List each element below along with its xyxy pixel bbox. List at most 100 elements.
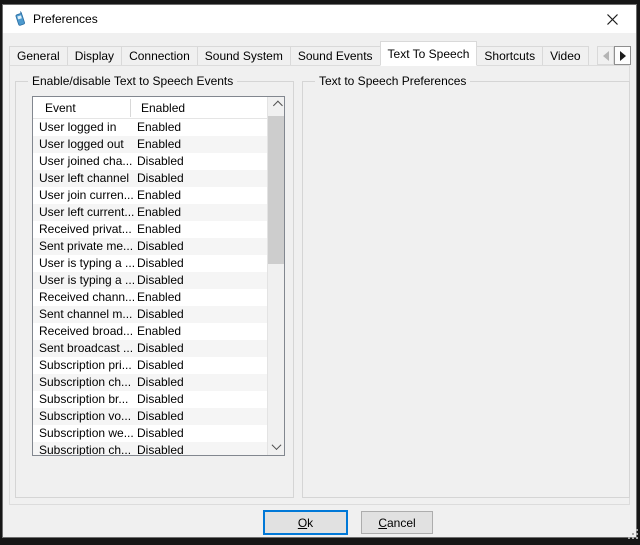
column-header-enabled[interactable]: Enabled — [141, 97, 185, 119]
resize-grip-icon[interactable] — [628, 529, 630, 531]
event-cell: Subscription vo... — [39, 408, 131, 425]
status-cell: Disabled — [137, 408, 184, 425]
tab[interactable]: Video — [542, 46, 588, 66]
cancel-button[interactable]: Cancel — [361, 511, 433, 534]
event-cell: User left channel — [39, 170, 129, 187]
event-cell: Sent broadcast ... — [39, 340, 133, 357]
ok-button[interactable]: Ok — [263, 510, 348, 535]
table-row[interactable]: Sent channel m... Disabled — [33, 306, 267, 323]
tab-scroll-right-icon[interactable] — [614, 46, 631, 65]
status-cell: Enabled — [137, 221, 181, 238]
table-row[interactable]: Sent broadcast ... Disabled — [33, 340, 267, 357]
tab-label: Shortcuts — [484, 49, 535, 63]
event-cell: Subscription ch... — [39, 442, 131, 455]
table-row[interactable]: Subscription ch... Disabled — [33, 442, 267, 455]
close-icon[interactable] — [594, 5, 630, 33]
status-cell: Enabled — [137, 289, 181, 306]
event-cell: User logged in — [39, 119, 116, 136]
table-row[interactable]: Subscription pri... Disabled — [33, 357, 267, 374]
app-icon — [12, 11, 28, 27]
table-row[interactable]: Sent private me... Disabled — [33, 238, 267, 255]
status-cell: Disabled — [137, 272, 184, 289]
tab-label: Sound Events — [298, 49, 373, 63]
titlebar[interactable]: Preferences — [3, 5, 636, 33]
table-row[interactable]: User left current... Enabled — [33, 204, 267, 221]
table-row[interactable]: Received chann... Enabled — [33, 289, 267, 306]
window-title: Preferences — [33, 5, 98, 33]
table-row[interactable]: User is typing a ... Disabled — [33, 255, 267, 272]
event-cell: Subscription pri... — [39, 357, 132, 374]
status-cell: Enabled — [137, 204, 181, 221]
event-cell: Received broad... — [39, 323, 133, 340]
tab[interactable]: Shortcuts — [476, 46, 543, 66]
tab-label: Video — [550, 49, 580, 63]
tts-events-group-title: Enable/disable Text to Speech Events — [28, 74, 237, 88]
list-rows: User logged in Enabled User logged out E… — [33, 119, 267, 455]
list-header[interactable]: Event Enabled — [33, 97, 267, 119]
scroll-down-icon[interactable] — [268, 438, 285, 455]
tab[interactable]: Display — [67, 46, 122, 66]
event-cell: User join curren... — [39, 187, 134, 204]
tab[interactable]: Sound Events — [290, 46, 381, 66]
event-cell: User is typing a ... — [39, 255, 135, 272]
event-cell: Subscription ch... — [39, 374, 131, 391]
tab-label: Connection — [129, 49, 190, 63]
status-cell: Disabled — [137, 357, 184, 374]
column-divider — [130, 99, 131, 117]
event-cell: User logged out — [39, 136, 124, 153]
tab[interactable]: General — [9, 46, 68, 66]
scroll-up-icon[interactable] — [268, 97, 285, 114]
table-row[interactable]: Subscription ch... Disabled — [33, 374, 267, 391]
table-row[interactable]: Received broad... Enabled — [33, 323, 267, 340]
status-cell: Disabled — [137, 374, 184, 391]
tts-preferences-group: Text to Speech Preferences — [302, 81, 630, 498]
status-cell: Disabled — [137, 255, 184, 272]
status-cell: Enabled — [137, 136, 181, 153]
tts-events-list: Event Enabled User logged in Enabled Use… — [32, 96, 285, 456]
event-cell: Sent channel m... — [39, 306, 132, 323]
status-cell: Disabled — [137, 340, 184, 357]
status-cell: Disabled — [137, 425, 184, 442]
tab-scroll-left-icon — [597, 46, 614, 65]
table-row[interactable]: Subscription br... Disabled — [33, 391, 267, 408]
status-cell: Disabled — [137, 391, 184, 408]
table-row[interactable]: User is typing a ... Disabled — [33, 272, 267, 289]
event-cell: Sent private me... — [39, 238, 133, 255]
status-cell: Enabled — [137, 119, 181, 136]
status-cell: Disabled — [137, 170, 184, 187]
table-row[interactable]: Received privat... Enabled — [33, 221, 267, 238]
tab-label: Text To Speech — [388, 47, 470, 61]
event-cell: Subscription br... — [39, 391, 128, 408]
table-row[interactable]: Subscription we... Disabled — [33, 425, 267, 442]
event-cell: Received chann... — [39, 289, 135, 306]
tab-label: Display — [75, 49, 114, 63]
table-row[interactable]: Subscription vo... Disabled — [33, 408, 267, 425]
status-cell: Enabled — [137, 187, 181, 204]
table-row[interactable]: User left channel Disabled — [33, 170, 267, 187]
tab[interactable]: Sound System — [197, 46, 291, 66]
tab[interactable]: Connection — [121, 46, 198, 66]
status-cell: Disabled — [137, 306, 184, 323]
tab[interactable]: Text To Speech — [380, 41, 478, 66]
tab-bar: General Display Connection Sound System … — [9, 41, 599, 66]
status-cell: Enabled — [137, 323, 181, 340]
event-cell: Subscription we... — [39, 425, 134, 442]
table-row[interactable]: User join curren... Enabled — [33, 187, 267, 204]
tab-label: General — [17, 49, 60, 63]
status-cell: Disabled — [137, 238, 184, 255]
event-cell: Received privat... — [39, 221, 132, 238]
table-row[interactable]: User logged in Enabled — [33, 119, 267, 136]
list-scrollbar[interactable] — [267, 97, 284, 455]
column-header-event[interactable]: Event — [45, 97, 76, 119]
status-cell: Disabled — [137, 153, 184, 170]
tab-label: Sound System — [205, 49, 283, 63]
tts-preferences-group-title: Text to Speech Preferences — [315, 74, 470, 88]
status-cell: Disabled — [137, 442, 184, 455]
event-cell: User left current... — [39, 204, 134, 221]
tab-scrollers — [597, 46, 631, 65]
preferences-dialog: Preferences General Display Connection S… — [2, 4, 637, 538]
event-cell: User joined cha... — [39, 153, 132, 170]
scrollbar-thumb[interactable] — [268, 116, 285, 264]
table-row[interactable]: User logged out Enabled — [33, 136, 267, 153]
table-row[interactable]: User joined cha... Disabled — [33, 153, 267, 170]
